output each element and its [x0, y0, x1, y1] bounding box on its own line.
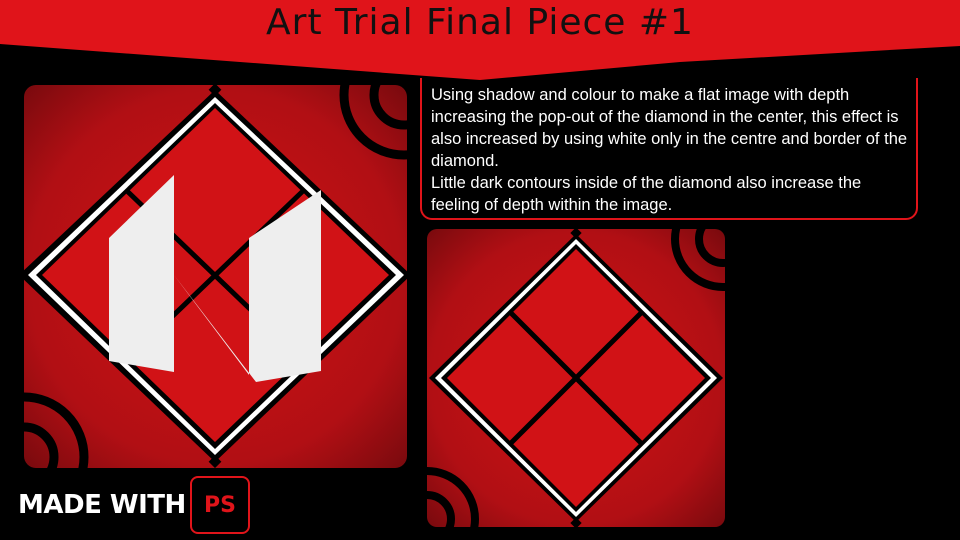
- description-paragraph-1: Using shadow and colour to make a flat i…: [431, 86, 908, 170]
- art-piece-diamond: [427, 229, 725, 527]
- description-paragraph-2: Little dark contours inside of the diamo…: [431, 174, 862, 214]
- ps-badge-text: PS: [204, 492, 236, 518]
- art-piece-n-logo: [24, 85, 407, 468]
- description-box: Using shadow and colour to make a flat i…: [420, 78, 918, 220]
- page-title: Art Trial Final Piece #1: [266, 2, 694, 43]
- made-with-label: MADE WITH: [18, 490, 186, 520]
- photoshop-badge-icon: PS: [190, 476, 250, 534]
